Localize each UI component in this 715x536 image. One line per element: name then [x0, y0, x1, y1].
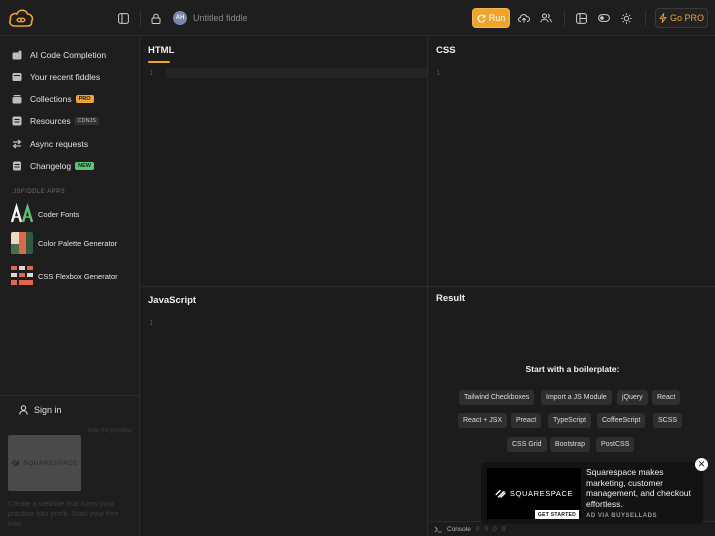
css-panel[interactable]: CSS 1	[428, 37, 715, 286]
line-number: 1	[149, 319, 154, 327]
console-count: 0	[501, 525, 506, 533]
sidebar-item-label: Resources	[30, 116, 71, 126]
sidebar-item-label: AI Code Completion	[30, 50, 107, 60]
boilerplate-title: Start with a boilerplate:	[525, 364, 620, 374]
sidebar-item-changelog[interactable]: Changelog NEW	[12, 159, 94, 173]
sidebar-ad-text[interactable]: Create a website that turns your practic…	[8, 499, 133, 529]
flexbox-generator-thumbnail	[11, 265, 33, 287]
lightning-icon	[659, 13, 667, 23]
fiddle-title-input[interactable]: Untitled fiddle	[193, 13, 248, 23]
go-pro-button[interactable]: Go PRO	[655, 8, 708, 28]
collaborate-users-icon[interactable]	[538, 10, 554, 26]
html-panel-title[interactable]: HTML	[148, 45, 174, 56]
cloud-upload-icon[interactable]	[516, 10, 532, 26]
pro-badge: PRO	[75, 95, 94, 103]
floating-ad-brand: SQUARESPACE	[509, 489, 574, 498]
boilerplate-chip[interactable]: CoffeeScript	[597, 413, 646, 428]
ai-icon	[12, 50, 22, 60]
go-pro-label: Go PRO	[669, 13, 704, 23]
floating-ad-text[interactable]: Squarespace makes marketing, customer ma…	[586, 467, 701, 509]
sign-in-button[interactable]: Sign in	[19, 405, 62, 415]
sidebar-ad-image[interactable]: SQUARESPACE	[8, 435, 81, 491]
cdnjs-badge: CDNJS	[74, 117, 99, 125]
run-label: Run	[488, 13, 506, 23]
jsfiddle-app: AH Untitled fiddle Run Go PRO AI Code Co…	[0, 0, 715, 536]
boilerplate-chip[interactable]: React + JSX	[458, 413, 508, 428]
console-count: 0	[493, 525, 497, 533]
sidebar-item-async-requests[interactable]: Async requests	[12, 137, 88, 151]
squarespace-logo-icon	[495, 489, 506, 498]
console-count: 0	[484, 525, 489, 533]
new-badge: NEW	[75, 162, 94, 170]
toggle-sidebar-icon[interactable]	[115, 10, 131, 26]
boilerplate-chip[interactable]: Preact	[511, 413, 542, 428]
html-panel[interactable]: HTML 1	[141, 37, 427, 286]
javascript-panel[interactable]: JavaScript 1	[141, 287, 427, 536]
sidebar-item-label: Your recent fiddles	[30, 72, 101, 82]
terminal-icon	[434, 526, 442, 532]
result-panel-title: Result	[436, 293, 466, 304]
divider	[645, 10, 646, 26]
resources-icon	[12, 116, 22, 126]
top-bar: AH Untitled fiddle Run Go PRO	[0, 0, 715, 36]
line-number: 1	[149, 69, 154, 77]
ad-via-label: AD VIA BUYSELLADS	[586, 513, 657, 519]
color-palette-thumbnail	[11, 232, 33, 254]
javascript-panel-title[interactable]: JavaScript	[148, 295, 196, 306]
layout-icon[interactable]	[573, 10, 589, 26]
sidebar-item-label: Changelog	[30, 161, 72, 171]
divider	[140, 10, 141, 26]
close-ad-icon[interactable]: ✕	[695, 458, 708, 471]
active-line-highlight	[166, 68, 427, 78]
active-tab-underline	[148, 61, 170, 63]
get-started-button[interactable]: GET STARTED	[535, 510, 579, 519]
user-icon	[19, 405, 28, 415]
lock-icon[interactable]	[148, 10, 164, 26]
app-item-coder-fonts[interactable]: Coder Fonts	[11, 203, 79, 225]
app-item-css-flexbox-generator[interactable]: CSS Flexbox Generator	[11, 265, 118, 287]
boilerplate-chip[interactable]: jQuery	[617, 390, 648, 405]
sidebar-item-collections[interactable]: Collections PRO	[12, 92, 94, 106]
sidebar-item-label: Collections	[30, 94, 72, 104]
coder-fonts-thumbnail	[11, 203, 33, 225]
run-button[interactable]: Run	[472, 8, 510, 28]
sidebar-item-recent-fiddles[interactable]: Your recent fiddles	[12, 70, 100, 84]
console-label[interactable]: Console	[447, 526, 471, 533]
boilerplate-chip[interactable]: SCSS	[653, 413, 683, 428]
squarespace-logo-icon	[11, 459, 20, 467]
collections-icon	[12, 94, 22, 104]
boilerplate-chip[interactable]: Bootstrap	[550, 437, 590, 452]
sidebar-ad-brand: SQUARESPACE	[23, 459, 78, 467]
boilerplate-chip[interactable]: PostCSS	[596, 437, 635, 452]
sidebar-item-label: Async requests	[30, 139, 89, 149]
divider	[0, 395, 140, 396]
app-item-color-palette-generator[interactable]: Color Palette Generator	[11, 232, 117, 254]
divider	[564, 10, 565, 26]
boilerplate-chip[interactable]: React	[652, 390, 681, 405]
sidebar-item-resources[interactable]: Resources CDNJS	[12, 114, 99, 128]
refresh-icon	[477, 14, 486, 23]
jsfiddle-logo-icon[interactable]	[8, 7, 34, 29]
toggle-icon[interactable]	[596, 10, 612, 26]
changelog-icon	[12, 161, 22, 171]
async-icon	[12, 139, 22, 149]
app-item-label: Color Palette Generator	[38, 238, 118, 248]
sidebar-item-ai-code-completion[interactable]: AI Code Completion	[12, 48, 106, 62]
sign-in-label: Sign in	[34, 405, 62, 415]
hide-ad-preview-link[interactable]: hide the preview	[88, 428, 132, 434]
theme-sun-icon[interactable]	[618, 10, 634, 26]
css-panel-title[interactable]: CSS	[436, 45, 456, 56]
console-count: 0	[475, 525, 480, 533]
apps-section-label: JSFIDDLE APPS	[13, 189, 66, 195]
boilerplate-chip[interactable]: CSS Grid	[507, 437, 547, 452]
line-number: 1	[436, 69, 441, 77]
app-item-label: CSS Flexbox Generator	[38, 271, 118, 281]
sidebar: AI Code Completion Your recent fiddles C…	[0, 37, 140, 536]
boilerplate-chip[interactable]: Tailwind Checkboxes	[459, 390, 535, 405]
recent-icon	[12, 72, 22, 82]
boilerplate-chip[interactable]: Import a JS Module	[541, 390, 612, 405]
avatar[interactable]: AH	[173, 11, 187, 25]
boilerplate-chip[interactable]: TypeScript	[548, 413, 592, 428]
app-item-label: Coder Fonts	[38, 209, 80, 219]
